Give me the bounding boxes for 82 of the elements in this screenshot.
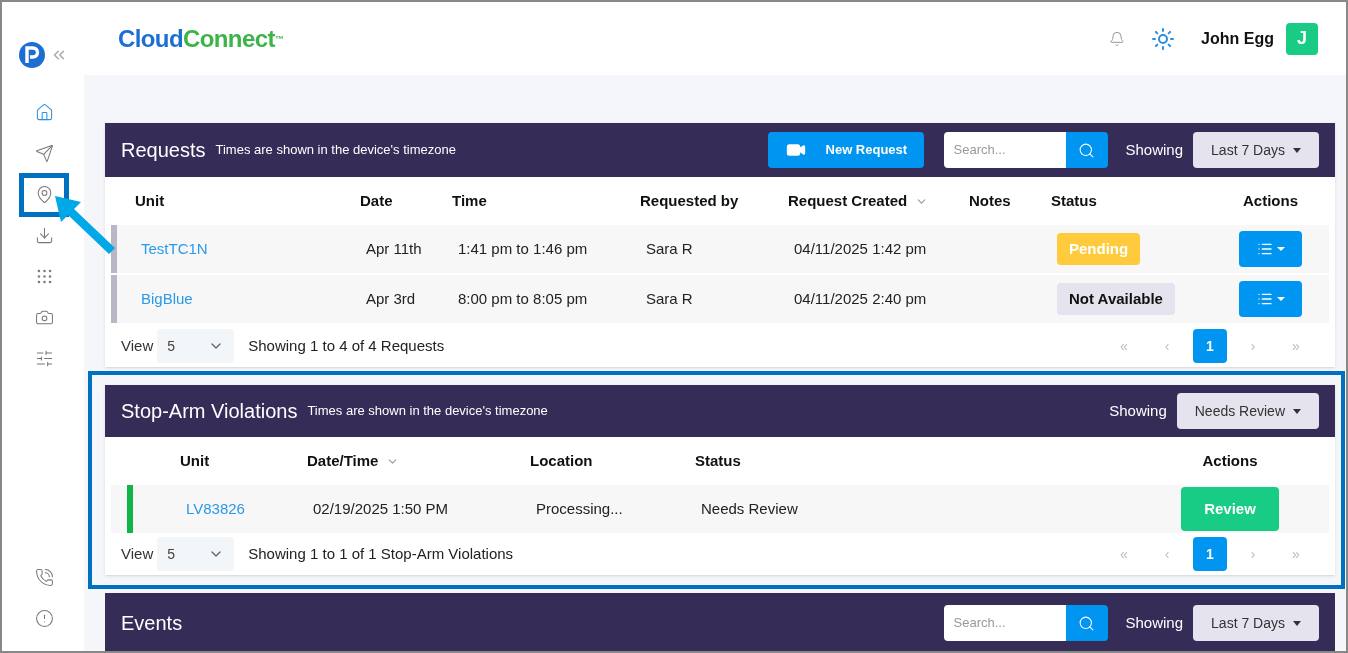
column-header: Requested by xyxy=(640,190,739,211)
caret-icon xyxy=(1293,147,1301,153)
actions-menu-button[interactable] xyxy=(1239,231,1302,267)
showing-summary: Showing 1 to 4 of 4 Requests xyxy=(248,335,445,356)
panel-title: Events xyxy=(121,611,183,636)
actions-menu-button[interactable] xyxy=(1239,281,1302,317)
column-header: Status xyxy=(1051,190,1097,211)
view-label: View xyxy=(121,543,154,564)
showing-label: Showing xyxy=(1125,612,1184,633)
page-button[interactable]: ‹ xyxy=(1150,329,1184,363)
table-cell-text: 04/11/2025 2:40 pm xyxy=(794,288,928,309)
column-header: Actions xyxy=(1202,450,1258,471)
bell-icon[interactable] xyxy=(1109,30,1126,47)
user-avatar[interactable]: J xyxy=(1286,22,1318,55)
user-name[interactable]: John Egg xyxy=(1201,26,1274,51)
list-icon xyxy=(1256,291,1273,307)
table-cell-text: 02/19/2025 1:50 PM xyxy=(313,498,450,519)
caret-icon xyxy=(1276,297,1285,301)
view-label: View xyxy=(121,335,154,356)
column-header: Status xyxy=(695,450,741,471)
page-button[interactable]: › xyxy=(1236,329,1270,363)
panel-title: Stop-Arm Violations xyxy=(121,399,298,424)
table-cell-text: 1:41 pm to 1:46 pm xyxy=(458,238,589,259)
table-cell-text: Apr 3rd xyxy=(366,288,417,309)
panel-title: Requests xyxy=(121,138,206,163)
page-button[interactable]: › xyxy=(1236,537,1270,571)
filter-dropdown[interactable]: Needs Review xyxy=(1176,393,1319,429)
panel-subtitle: Times are shown in the device's timezone xyxy=(215,141,456,160)
page-button[interactable]: 1 xyxy=(1193,537,1227,571)
column-header: Date/Time xyxy=(307,450,379,471)
alert-icon[interactable] xyxy=(34,609,54,628)
filter-dropdown[interactable]: Last 7 Days xyxy=(1193,132,1319,168)
table-cell-text: Apr 11th xyxy=(366,238,423,259)
page-size-select[interactable]: 5 xyxy=(157,537,235,571)
page-button[interactable]: « xyxy=(1107,537,1141,571)
filter-dropdown[interactable]: Last 7 Days xyxy=(1193,605,1319,641)
paper-plane-icon[interactable] xyxy=(34,144,54,163)
showing-label: Showing xyxy=(1125,139,1184,160)
phone-icon[interactable] xyxy=(34,568,54,587)
unit-link[interactable]: TestTC1N xyxy=(141,237,366,261)
column-header: Time xyxy=(452,190,487,211)
column-header: Actions xyxy=(1243,190,1298,211)
sliders-icon[interactable] xyxy=(34,349,54,368)
column-header: Location xyxy=(530,450,593,471)
pointer-arrow-icon xyxy=(55,196,117,256)
table-cell-text: 8:00 pm to 8:05 pm xyxy=(458,288,589,309)
logo-icon xyxy=(18,41,46,69)
status-badge: Not Available xyxy=(1057,282,1175,316)
page-button[interactable]: 1 xyxy=(1193,329,1227,363)
column-header: Request Created xyxy=(788,190,908,211)
home-icon[interactable] xyxy=(34,103,54,122)
download-icon[interactable] xyxy=(34,226,54,245)
table-cell-text: Sara R xyxy=(646,288,694,309)
table-cell-text: Needs Review xyxy=(701,498,799,519)
status-badge: Pending xyxy=(1057,232,1141,266)
new-request-button[interactable]: New Request xyxy=(767,132,924,168)
column-header: Unit xyxy=(135,190,165,211)
review-button[interactable]: Review xyxy=(1181,487,1279,531)
page-button[interactable]: « xyxy=(1107,329,1141,363)
showing-summary: Showing 1 to 1 of 1 Stop-Arm Violations xyxy=(248,543,514,564)
unit-link[interactable]: BigBlue xyxy=(141,287,366,311)
page-button[interactable]: ‹ xyxy=(1150,537,1184,571)
page-button[interactable]: » xyxy=(1279,329,1313,363)
table-cell-text: 04/11/2025 1:42 pm xyxy=(794,238,928,259)
column-header: Date xyxy=(360,190,393,211)
page-size-select[interactable]: 5 xyxy=(157,329,235,363)
camera-icon[interactable] xyxy=(34,308,54,327)
panel-subtitle: Times are shown in the device's timezone xyxy=(307,402,548,421)
list-icon xyxy=(1256,241,1273,257)
caret-icon xyxy=(1276,247,1285,251)
table-cell-text: Processing... xyxy=(536,498,624,519)
showing-label: Showing xyxy=(1109,400,1167,421)
search-icon[interactable] xyxy=(1065,132,1108,168)
caret-icon xyxy=(1293,620,1301,626)
table-cell-text: Sara R xyxy=(646,238,694,259)
unit-link[interactable]: LV83826 xyxy=(186,497,313,521)
search-icon[interactable] xyxy=(1065,605,1108,641)
page-button[interactable]: » xyxy=(1279,537,1313,571)
column-header: Unit xyxy=(180,450,210,471)
app-logo: CloudConnect$^{™}$ xyxy=(118,23,284,54)
caret-icon xyxy=(1293,408,1301,414)
column-header: Notes xyxy=(969,190,1011,211)
